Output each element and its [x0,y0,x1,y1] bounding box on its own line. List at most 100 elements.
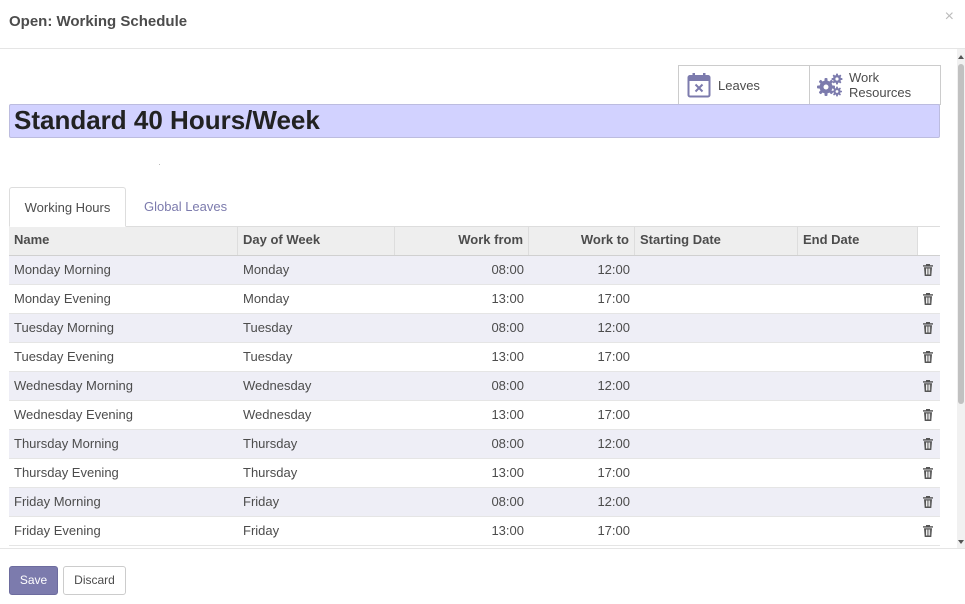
cell-starting-date[interactable] [635,343,798,371]
cell-name[interactable]: Thursday Morning [9,430,238,458]
cell-starting-date[interactable] [635,430,798,458]
cell-work-to[interactable]: 12:00 [529,314,635,342]
discard-button[interactable]: Discard [63,566,126,595]
table-row[interactable]: Monday Evening Monday 13:00 17:00 [9,285,940,314]
cell-end-date[interactable] [798,517,918,545]
cell-day-of-week[interactable]: Thursday [238,459,395,487]
trash-icon[interactable] [922,438,934,450]
trash-icon[interactable] [922,409,934,421]
column-header-starting-date[interactable]: Starting Date [635,227,798,255]
cell-starting-date[interactable] [635,314,798,342]
column-header-work-to[interactable]: Work to [529,227,635,255]
cell-end-date[interactable] [798,430,918,458]
cell-end-date[interactable] [798,285,918,313]
trash-icon[interactable] [922,380,934,392]
cell-work-from[interactable]: 08:00 [395,372,529,400]
table-row[interactable]: Wednesday Evening Wednesday 13:00 17:00 [9,401,940,430]
trash-icon[interactable] [922,467,934,479]
tab-working-hours[interactable]: Working Hours [9,187,126,227]
table-row[interactable]: Wednesday Morning Wednesday 08:00 12:00 [9,372,940,401]
leaves-button[interactable]: Leaves [678,65,810,105]
cell-work-to[interactable]: 17:00 [529,343,635,371]
cell-day-of-week[interactable]: Monday [238,256,395,284]
cell-starting-date[interactable] [635,517,798,545]
cell-day-of-week[interactable]: Wednesday [238,401,395,429]
table-header: Name Day of Week Work from Work to Start… [9,227,940,256]
cell-name[interactable]: Monday Morning [9,256,238,284]
cell-work-to[interactable]: 17:00 [529,401,635,429]
trash-icon[interactable] [922,293,934,305]
cell-name[interactable]: Tuesday Morning [9,314,238,342]
scrollbar-thumb[interactable] [958,64,964,404]
cell-day-of-week[interactable]: Wednesday [238,372,395,400]
cell-work-from[interactable]: 13:00 [395,285,529,313]
cell-name[interactable]: Tuesday Evening [9,343,238,371]
cell-starting-date[interactable] [635,285,798,313]
cell-starting-date[interactable] [635,256,798,284]
cell-starting-date[interactable] [635,401,798,429]
column-header-name[interactable]: Name [9,227,238,255]
scroll-down-arrow[interactable] [958,540,964,544]
cell-work-from[interactable]: 13:00 [395,343,529,371]
cell-work-to[interactable]: 12:00 [529,488,635,516]
cell-day-of-week[interactable]: Monday [238,285,395,313]
working-hours-table: Name Day of Week Work from Work to Start… [9,227,940,546]
cell-work-to[interactable]: 12:00 [529,430,635,458]
work-resources-button[interactable]: Work Resources [810,65,941,105]
cell-day-of-week[interactable]: Tuesday [238,343,395,371]
trash-icon[interactable] [922,322,934,334]
cell-work-to[interactable]: 12:00 [529,256,635,284]
cell-work-from[interactable]: 08:00 [395,488,529,516]
table-row[interactable]: Friday Evening Friday 13:00 17:00 [9,517,940,546]
cell-starting-date[interactable] [635,372,798,400]
column-header-day-of-week[interactable]: Day of Week [238,227,395,255]
cell-starting-date[interactable] [635,459,798,487]
cell-end-date[interactable] [798,459,918,487]
table-row[interactable]: Friday Morning Friday 08:00 12:00 [9,488,940,517]
tab-global-leaves[interactable]: Global Leaves [129,187,242,227]
cell-work-to[interactable]: 12:00 [529,372,635,400]
cell-name[interactable]: Wednesday Evening [9,401,238,429]
cell-work-from[interactable]: 08:00 [395,314,529,342]
column-header-work-from[interactable]: Work from [395,227,529,255]
cell-end-date[interactable] [798,343,918,371]
cell-day-of-week[interactable]: Friday [238,517,395,545]
cell-end-date[interactable] [798,314,918,342]
column-header-end-date[interactable]: End Date [798,227,918,255]
cell-end-date[interactable] [798,401,918,429]
trash-icon[interactable] [922,525,934,537]
save-button[interactable]: Save [9,566,58,595]
cell-work-to[interactable]: 17:00 [529,285,635,313]
cell-work-from[interactable]: 08:00 [395,430,529,458]
table-row[interactable]: Thursday Evening Thursday 13:00 17:00 [9,459,940,488]
cell-name[interactable]: Monday Evening [9,285,238,313]
cell-starting-date[interactable] [635,488,798,516]
cell-name[interactable]: Friday Evening [9,517,238,545]
table-row[interactable]: Monday Morning Monday 08:00 12:00 [9,256,940,285]
cell-end-date[interactable] [798,372,918,400]
vertical-scrollbar[interactable] [957,49,965,548]
cell-work-from[interactable]: 08:00 [395,256,529,284]
cell-work-from[interactable]: 13:00 [395,459,529,487]
cell-day-of-week[interactable]: Friday [238,488,395,516]
table-row[interactable]: Tuesday Morning Tuesday 08:00 12:00 [9,314,940,343]
cell-name[interactable]: Friday Morning [9,488,238,516]
scroll-up-arrow[interactable] [958,55,964,59]
cell-end-date[interactable] [798,256,918,284]
cell-day-of-week[interactable]: Thursday [238,430,395,458]
cell-day-of-week[interactable]: Tuesday [238,314,395,342]
trash-icon[interactable] [922,264,934,276]
close-button[interactable]: × [945,9,954,25]
cell-work-from[interactable]: 13:00 [395,401,529,429]
trash-icon[interactable] [922,351,934,363]
table-row[interactable]: Tuesday Evening Tuesday 13:00 17:00 [9,343,940,372]
cell-work-to[interactable]: 17:00 [529,517,635,545]
cell-end-date[interactable] [798,488,918,516]
cell-name[interactable]: Wednesday Morning [9,372,238,400]
cell-work-to[interactable]: 17:00 [529,459,635,487]
cell-work-from[interactable]: 13:00 [395,517,529,545]
trash-icon[interactable] [922,496,934,508]
table-row[interactable]: Thursday Morning Thursday 08:00 12:00 [9,430,940,459]
cell-name[interactable]: Thursday Evening [9,459,238,487]
schedule-name-input[interactable]: Standard 40 Hours/Week [9,104,940,138]
